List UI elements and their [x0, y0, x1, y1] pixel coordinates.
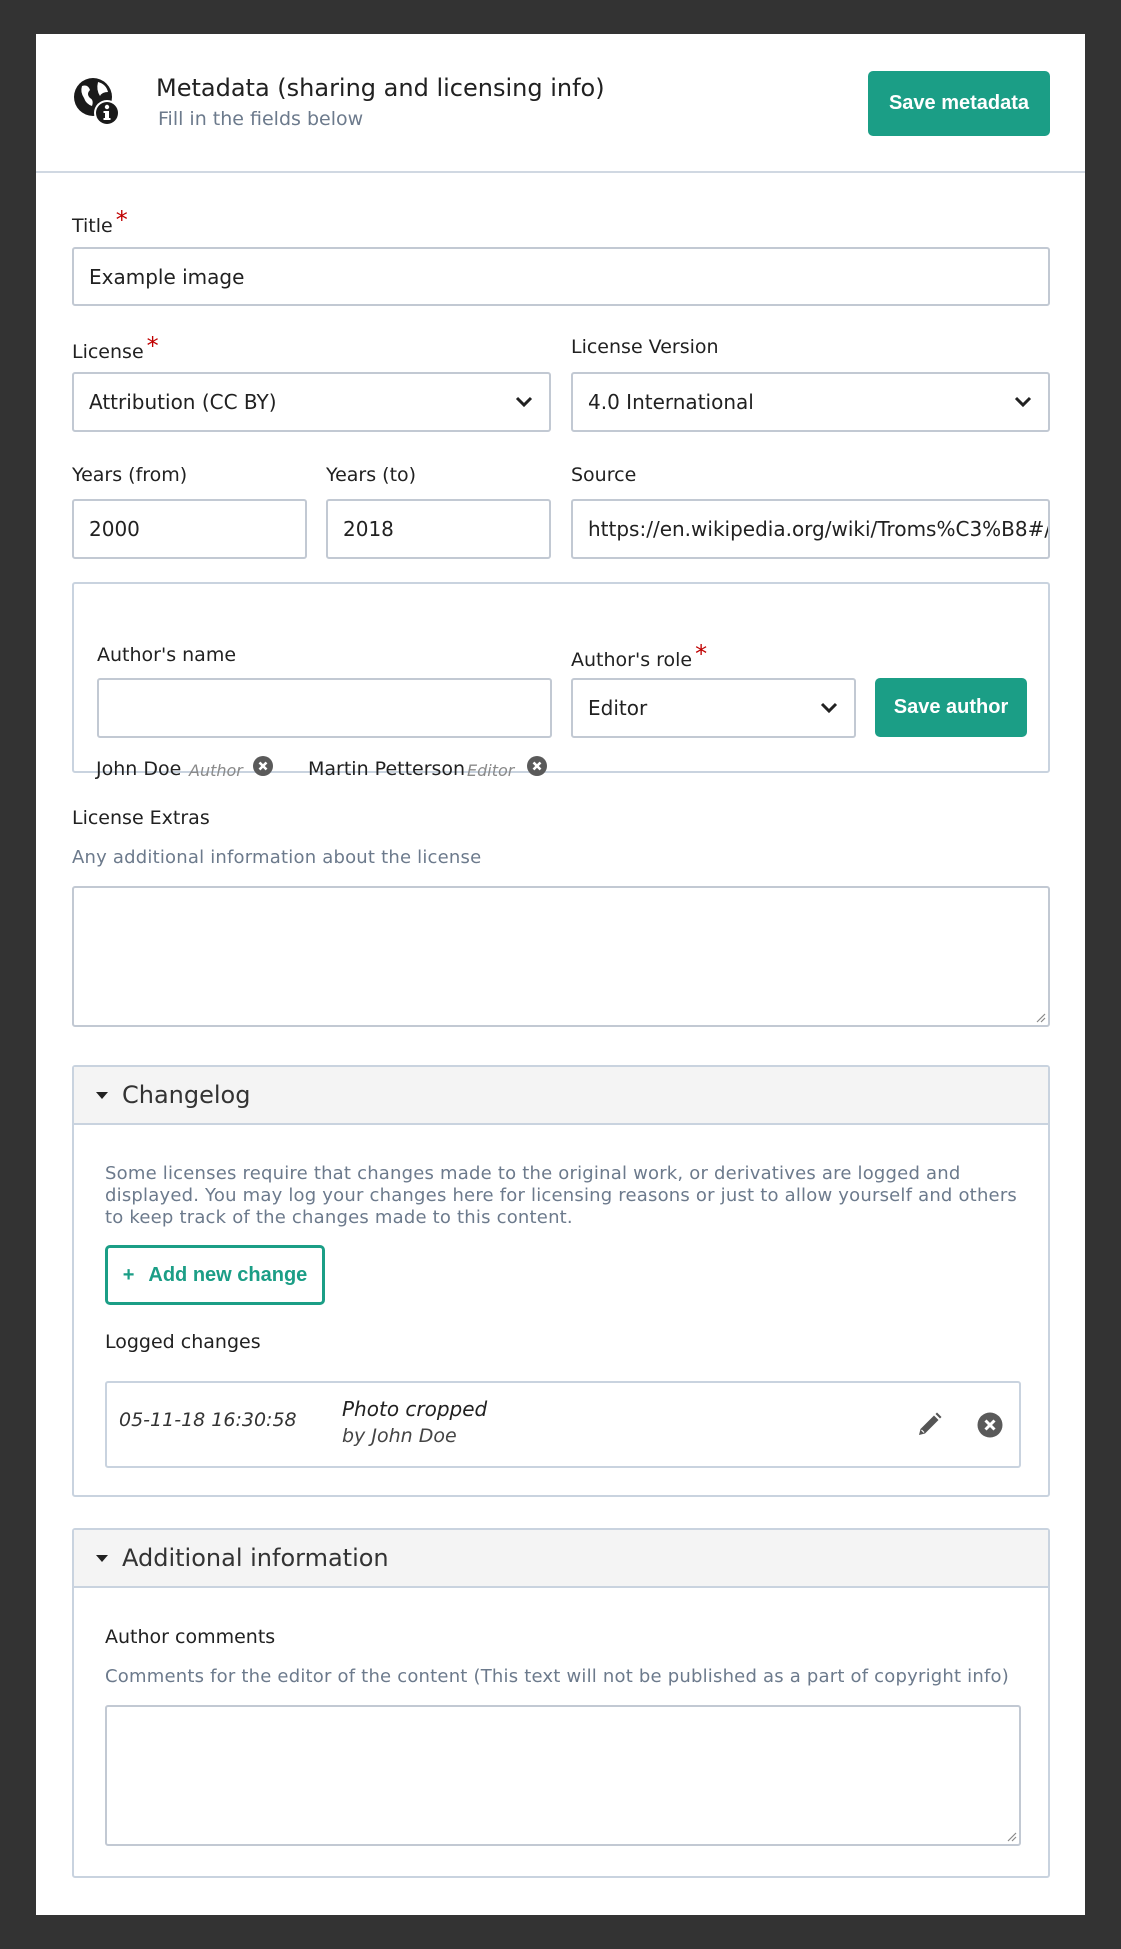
add-new-change-label: Add new change — [148, 1263, 308, 1286]
resize-grip-icon[interactable] — [1034, 1011, 1046, 1023]
author-tag-name: John Doe — [96, 758, 182, 780]
changelog-help-line: Some licenses require that changes made … — [105, 1163, 961, 1184]
remove-circle-icon[interactable] — [977, 1412, 1003, 1438]
changelog-help-line: displayed. You may log your changes here… — [105, 1185, 1018, 1206]
author-comments-label: Author comments — [105, 1626, 276, 1648]
caret-down-icon — [96, 1091, 108, 1099]
author-comments-help: Comments for the editor of the content (… — [105, 1666, 1009, 1687]
plus-icon: + — [122, 1263, 135, 1286]
changelog-toggle[interactable]: Changelog — [74, 1067, 1048, 1125]
required-marker: * — [115, 206, 128, 234]
source-label: Source — [571, 464, 637, 486]
license-version-label: License Version — [571, 336, 719, 358]
author-tag-role: Editor — [467, 761, 515, 780]
changelog-help-line: to keep track of the changes made to thi… — [105, 1207, 573, 1228]
title-label-text: Title — [72, 215, 113, 237]
globe-info-icon — [74, 78, 120, 126]
save-metadata-button[interactable]: Save metadata — [868, 71, 1050, 136]
license-select[interactable]: Attribution (CC BY) — [72, 372, 551, 432]
author-comments-textarea[interactable] — [105, 1705, 1021, 1846]
add-new-change-button[interactable]: + Add new change — [105, 1245, 325, 1305]
years-from-label: Years (from) — [72, 464, 188, 486]
changelog-help: Some licenses require that changes made … — [105, 1163, 1017, 1229]
title-label: Title * — [72, 206, 128, 238]
dialog-header: Metadata (sharing and licensing info) Fi… — [36, 34, 1085, 173]
years-to-input[interactable]: 2018 — [326, 499, 551, 559]
remove-author-icon[interactable] — [253, 756, 273, 776]
chevron-down-icon — [1014, 396, 1032, 408]
license-extras-label: License Extras — [72, 807, 210, 829]
license-label: License * — [72, 332, 159, 364]
author-name-input[interactable] — [97, 678, 552, 738]
license-version-select[interactable]: 4.0 International — [571, 372, 1050, 432]
author-role-select[interactable]: Editor — [571, 678, 856, 738]
authors-group: Author's name Author's role * Editor Save… — [72, 582, 1050, 780]
license-select-value: Attribution (CC BY) — [89, 390, 277, 414]
changelog-title: Changelog — [122, 1081, 251, 1109]
logged-changes-label: Logged changes — [105, 1331, 261, 1353]
author-tag-name: Martin Petterson — [308, 758, 466, 780]
additional-info-toggle[interactable]: Additional information — [74, 1530, 1048, 1588]
resize-grip-icon[interactable] — [1005, 1830, 1017, 1842]
license-extras-textarea[interactable] — [72, 886, 1050, 1027]
author-role-label-text: Author's role — [571, 649, 693, 671]
additional-info-title: Additional information — [122, 1544, 389, 1572]
remove-author-icon[interactable] — [527, 756, 547, 776]
pencil-icon[interactable] — [915, 1411, 943, 1439]
author-tag-role: Author — [189, 761, 243, 780]
dialog-title: Metadata (sharing and licensing info) — [156, 74, 605, 102]
additional-info-panel: Additional information Author comments C… — [72, 1528, 1050, 1878]
license-extras-help: Any additional information about the lic… — [72, 847, 482, 868]
required-marker: * — [146, 332, 159, 360]
title-input[interactable]: Example image — [72, 247, 1050, 306]
years-to-label: Years (to) — [326, 464, 417, 486]
change-author: by John Doe — [342, 1425, 457, 1447]
author-name-label: Author's name — [97, 644, 237, 666]
changelog-panel: Changelog Some licenses require that cha… — [72, 1065, 1050, 1497]
changelog-entry: 05-11-18 16:30:58 Photo cropped by John … — [105, 1381, 1021, 1468]
required-marker: * — [695, 640, 708, 668]
save-author-button[interactable]: Save author — [875, 678, 1027, 737]
metadata-dialog: Metadata (sharing and licensing info) Fi… — [36, 34, 1085, 1915]
change-description: Photo cropped — [342, 1397, 488, 1421]
author-role-label: Author's role * — [571, 640, 707, 672]
years-from-input[interactable]: 2000 — [72, 499, 307, 559]
license-version-select-value: 4.0 International — [588, 390, 754, 414]
chevron-down-icon — [820, 702, 838, 714]
chevron-down-icon — [515, 396, 533, 408]
change-date: 05-11-18 16:30:58 — [119, 1409, 297, 1431]
author-role-select-value: Editor — [588, 696, 648, 720]
source-input[interactable]: https://en.wikipedia.org/wiki/Troms%C3%B… — [571, 499, 1050, 559]
license-label-text: License — [72, 341, 144, 363]
caret-down-icon — [96, 1554, 108, 1562]
dialog-subtitle: Fill in the fields below — [158, 108, 364, 130]
